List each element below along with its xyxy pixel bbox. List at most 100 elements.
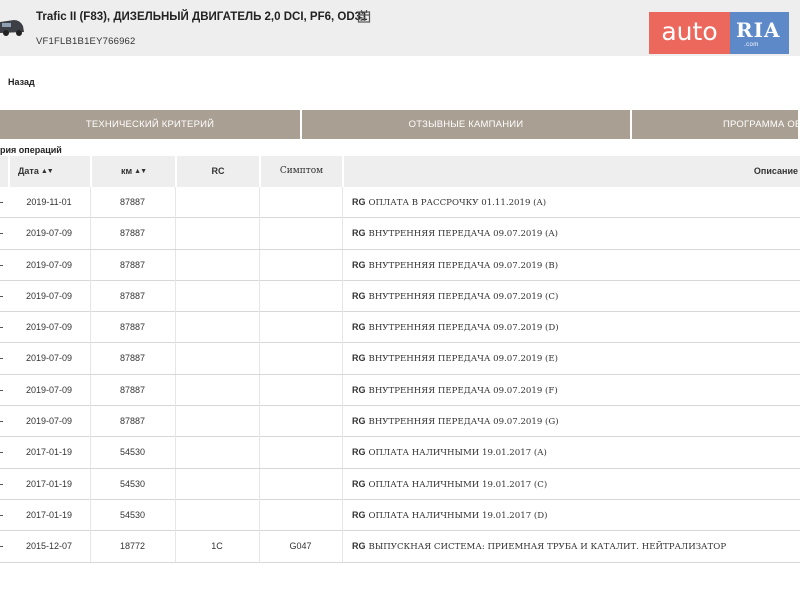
cell-symptom bbox=[259, 281, 342, 312]
cell-rc bbox=[175, 218, 259, 249]
column-header-date[interactable]: Дата ▲▼ bbox=[8, 156, 90, 187]
operation-code: RG bbox=[352, 353, 366, 364]
table-row[interactable]: 2019-07-09 87887 RG ВНУТРЕННЯЯ ПЕРЕДАЧА 09.… bbox=[0, 218, 800, 250]
column-divider bbox=[90, 218, 91, 250]
autoria-logo[interactable]: auto RIA .com bbox=[649, 12, 789, 54]
table-row[interactable]: 2019-07-09 87887 RG ВНУТРЕННЯЯ ПЕРЕДАЧА 09.… bbox=[0, 406, 800, 438]
cell-symptom bbox=[259, 437, 342, 468]
cell-km: 87887 bbox=[119, 228, 146, 239]
cell-km: 87887 bbox=[119, 353, 146, 364]
column-divider bbox=[90, 531, 91, 563]
cell-date: 2019-11-01 bbox=[26, 197, 72, 207]
column-divider bbox=[175, 218, 176, 250]
operation-code: RG bbox=[352, 541, 366, 552]
column-header-km[interactable]: км ▲▼ bbox=[90, 156, 175, 187]
cell-date: 2019-07-09 bbox=[25, 322, 73, 333]
cell-date: 2019-07-09 bbox=[25, 290, 73, 301]
row-bullet bbox=[0, 250, 4, 281]
column-divider bbox=[90, 249, 91, 281]
column-divider bbox=[90, 280, 91, 312]
table-row[interactable]: 2019-11-01 87887 RG ОПЛАТА В РАССРОЧКУ 01.1… bbox=[0, 187, 800, 219]
column-divider bbox=[342, 406, 343, 438]
sort-icon: ▲▼ bbox=[134, 168, 147, 175]
column-divider bbox=[259, 531, 260, 563]
back-link[interactable]: Назад bbox=[8, 77, 35, 87]
cell-date: 2019-07-09 bbox=[25, 416, 73, 427]
calendar-icon[interactable] bbox=[357, 9, 371, 23]
cell-rc bbox=[175, 187, 259, 218]
table-row[interactable]: 2017-01-19 54530 RG ОПЛАТА НАЛИЧНЫМИ 19.01.… bbox=[0, 468, 800, 500]
table-row[interactable]: 2015-12-07 18772 1C G047 RG ВЫПУСКНАЯ СИСТЕМА… bbox=[0, 531, 800, 563]
row-bullet bbox=[0, 312, 4, 343]
cell-rc bbox=[175, 437, 259, 468]
cell-description: RG ВНУТРЕННЯЯ ПЕРЕДАЧА 09.07.2019 (A) bbox=[352, 218, 800, 249]
cell-km: 87887 bbox=[119, 384, 146, 395]
cell-date: 2015-12-07 bbox=[25, 541, 73, 552]
column-divider bbox=[90, 343, 91, 375]
table-row[interactable]: 2019-07-09 87887 RG ВНУТРЕННЯЯ ПЕРЕДАЧА 09.… bbox=[0, 312, 800, 344]
cell-rc: 1C bbox=[211, 541, 223, 552]
column-divider bbox=[259, 499, 260, 531]
operation-description: ОПЛАТА В РАССРОЧКУ 01.11.2019 (A) bbox=[368, 198, 547, 208]
vehicle-header: Trafic II (F83), ДИЗЕЛЬНЫЙ ДВИГАТЕЛЬ 2,0… bbox=[0, 0, 800, 56]
table-row[interactable]: 2017-01-19 54530 RG ОПЛАТА НАЛИЧНЫМИ 19.01.… bbox=[0, 499, 800, 532]
cell-description: RG ВНУТРЕННЯЯ ПЕРЕДАЧА 09.07.2019 (F) bbox=[352, 375, 800, 406]
operation-description: ВНУТРЕННЯЯ ПЕРЕДАЧА 09.07.2019 (A) bbox=[368, 229, 558, 240]
cell-date: 2019-07-09 bbox=[25, 353, 73, 364]
column-divider bbox=[175, 374, 176, 406]
column-divider bbox=[90, 437, 91, 469]
cell-date: 2017-01-19 bbox=[25, 509, 73, 520]
column-divider bbox=[342, 531, 343, 563]
column-divider bbox=[342, 343, 343, 375]
table-row[interactable]: 2019-07-09 87887 RG ВНУТРЕННЯЯ ПЕРЕДАЧА 09.… bbox=[0, 374, 800, 407]
cell-km: 87887 bbox=[119, 416, 146, 427]
operation-code: RG bbox=[352, 197, 366, 207]
cell-description: RG ВНУТРЕННЯЯ ПЕРЕДАЧА 09.07.2019 (D) bbox=[352, 312, 800, 343]
operation-code: RG bbox=[352, 384, 366, 395]
operation-description: ВНУТРЕННЯЯ ПЕРЕДАЧА 09.07.2019 (E) bbox=[368, 354, 559, 365]
row-bullet bbox=[0, 375, 4, 406]
cell-km: 87887 bbox=[119, 197, 146, 207]
tab-technical-criteria[interactable]: ТЕХНИЧЕСКИЙ КРИТЕРИЙ bbox=[0, 110, 302, 139]
cell-km: 18772 bbox=[119, 541, 146, 552]
operation-code: RG bbox=[352, 228, 366, 239]
column-divider bbox=[342, 374, 343, 406]
operation-code: RG bbox=[352, 290, 366, 301]
column-divider bbox=[90, 312, 91, 344]
cell-description: RG ВНУТРЕННЯЯ ПЕРЕДАЧА 09.07.2019 (G) bbox=[352, 406, 800, 437]
cell-km: 54530 bbox=[119, 478, 146, 489]
row-bullet bbox=[0, 343, 4, 374]
column-header-rc: RC bbox=[175, 156, 259, 187]
operation-description: ОПЛАТА НАЛИЧНЫМИ 19.01.2017 (C) bbox=[368, 479, 548, 490]
row-bullet bbox=[0, 218, 4, 249]
operations-table-header: Дата ▲▼ км ▲▼ RC Симптом Описание bbox=[0, 156, 800, 187]
operation-description: ВНУТРЕННЯЯ ПЕРЕДАЧА 09.07.2019 (D) bbox=[368, 323, 559, 334]
column-header-description: Описание bbox=[342, 156, 800, 187]
operation-code: RG bbox=[352, 478, 366, 489]
cell-symptom bbox=[259, 312, 342, 343]
operation-code: RG bbox=[352, 509, 366, 520]
cell-description: RG ОПЛАТА В РАССРОЧКУ 01.11.2019 (A) bbox=[352, 187, 800, 218]
cell-description: RG ВНУТРЕННЯЯ ПЕРЕДАЧА 09.07.2019 (E) bbox=[352, 343, 800, 374]
cell-description: RG ВНУТРЕННЯЯ ПЕРЕДАЧА 09.07.2019 (B) bbox=[352, 250, 800, 281]
table-row[interactable]: 2017-01-19 54530 RG ОПЛАТА НАЛИЧНЫМИ 19.01.… bbox=[0, 437, 800, 469]
column-divider bbox=[259, 374, 260, 406]
table-row[interactable]: 2019-07-09 87887 RG ВНУТРЕННЯЯ ПЕРЕДАЧА 09.… bbox=[0, 280, 800, 313]
operation-description: ОПЛАТА НАЛИЧНЫМИ 19.01.2017 (A) bbox=[368, 448, 547, 459]
column-divider bbox=[342, 249, 343, 281]
tab-recall-campaigns[interactable]: ОТЗЫВНЫЕ КАМПАНИИ bbox=[302, 110, 632, 139]
cell-symptom bbox=[259, 187, 342, 218]
table-row[interactable]: 2019-07-09 87887 RG ВНУТРЕННЯЯ ПЕРЕДАЧА 09.… bbox=[0, 343, 800, 375]
table-row[interactable]: 2019-07-09 87887 RG ВНУТРЕННЯЯ ПЕРЕДАЧА 09.… bbox=[0, 249, 800, 281]
column-divider bbox=[175, 468, 176, 500]
operations-table-body: 2019-11-01 87887 RG ОПЛАТА В РАССРОЧКУ 01.1… bbox=[0, 187, 800, 563]
cell-description: RG ВЫПУСКНАЯ СИСТЕМА: ПРИЕМНАЯ ТРУБА И КА… bbox=[352, 531, 800, 562]
cell-date: 2017-01-19 bbox=[25, 478, 73, 489]
tab-service-program[interactable]: ПРОГРАММА ОБ bbox=[632, 110, 800, 139]
cell-description: RG ОПЛАТА НАЛИЧНЫМИ 19.01.2017 (D) bbox=[352, 500, 800, 531]
row-bullet bbox=[0, 531, 4, 562]
cell-symptom: G047 bbox=[289, 541, 312, 552]
column-divider bbox=[259, 187, 260, 218]
column-divider bbox=[90, 374, 91, 406]
column-header-km-label: км bbox=[120, 166, 133, 176]
